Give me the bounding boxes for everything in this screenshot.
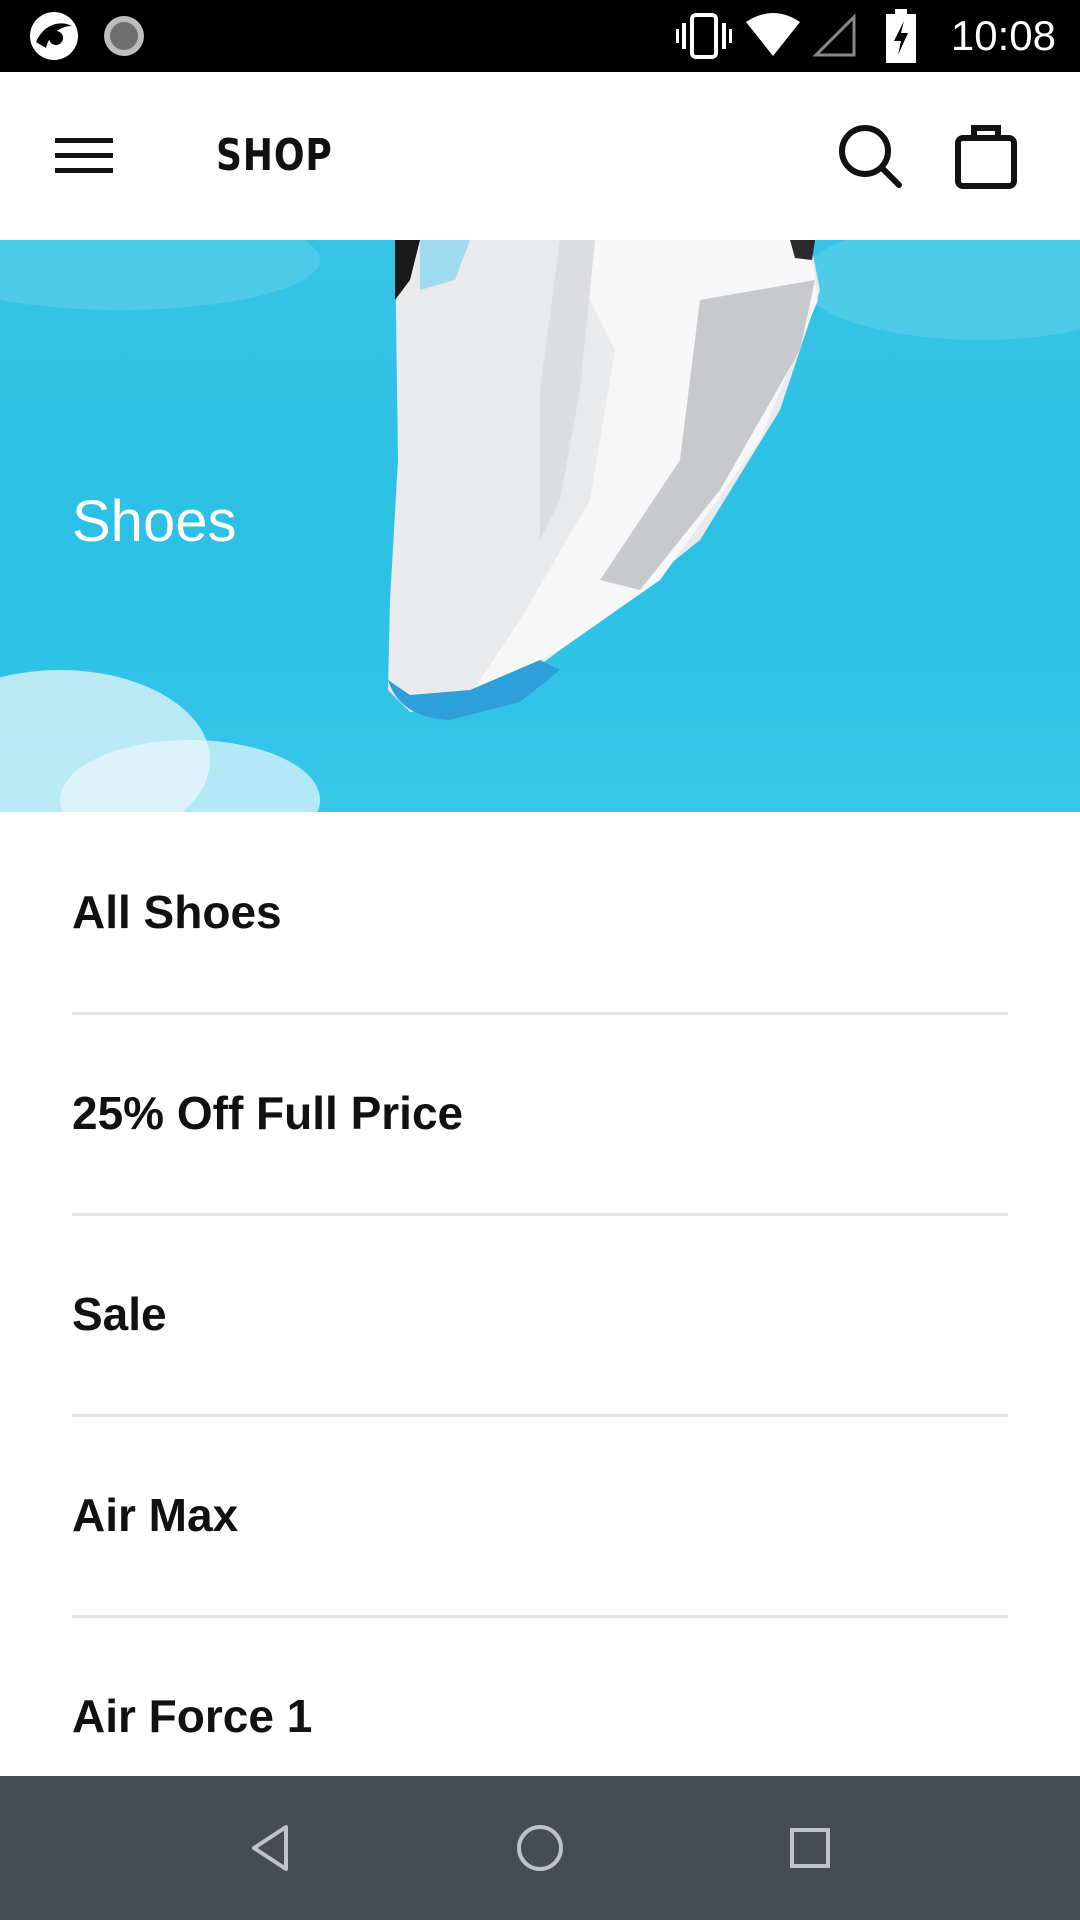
sync-icon — [100, 0, 148, 72]
hero-banner[interactable]: Shoes — [0, 240, 1080, 812]
list-item-label: Air Max — [72, 1489, 239, 1541]
back-triangle-icon[interactable] — [225, 1808, 315, 1888]
hamburger-menu-icon[interactable] — [40, 116, 128, 196]
system-nav-bar — [0, 1776, 1080, 1920]
list-item-sale[interactable]: Sale — [72, 1214, 1008, 1417]
status-time: 10:08 — [950, 12, 1056, 59]
list-item-air-max[interactable]: Air Max — [72, 1415, 1008, 1618]
shopping-bag-icon[interactable] — [946, 116, 1026, 196]
list-item-label: Sale — [72, 1288, 167, 1340]
vibrate-icon — [676, 0, 732, 72]
list-item-label: 25% Off Full Price — [72, 1087, 464, 1139]
list-item-label: All Shoes — [72, 886, 282, 938]
battery-charging-icon — [886, 0, 916, 72]
page-title: SHOP — [216, 130, 333, 181]
search-icon[interactable] — [830, 116, 910, 196]
signal-icon — [812, 0, 858, 72]
app-notification-icon — [26, 0, 82, 72]
list-item-all-shoes[interactable]: All Shoes — [72, 812, 1008, 1015]
recents-square-icon[interactable] — [765, 1808, 855, 1888]
list-item-25-off[interactable]: 25% Off Full Price — [72, 1013, 1008, 1216]
home-circle-icon[interactable] — [495, 1808, 585, 1888]
status-bar: 10:08 — [0, 0, 1080, 72]
hero-title: Shoes — [72, 489, 237, 554]
wifi-icon — [744, 0, 802, 72]
app-bar: SHOP — [0, 72, 1080, 240]
